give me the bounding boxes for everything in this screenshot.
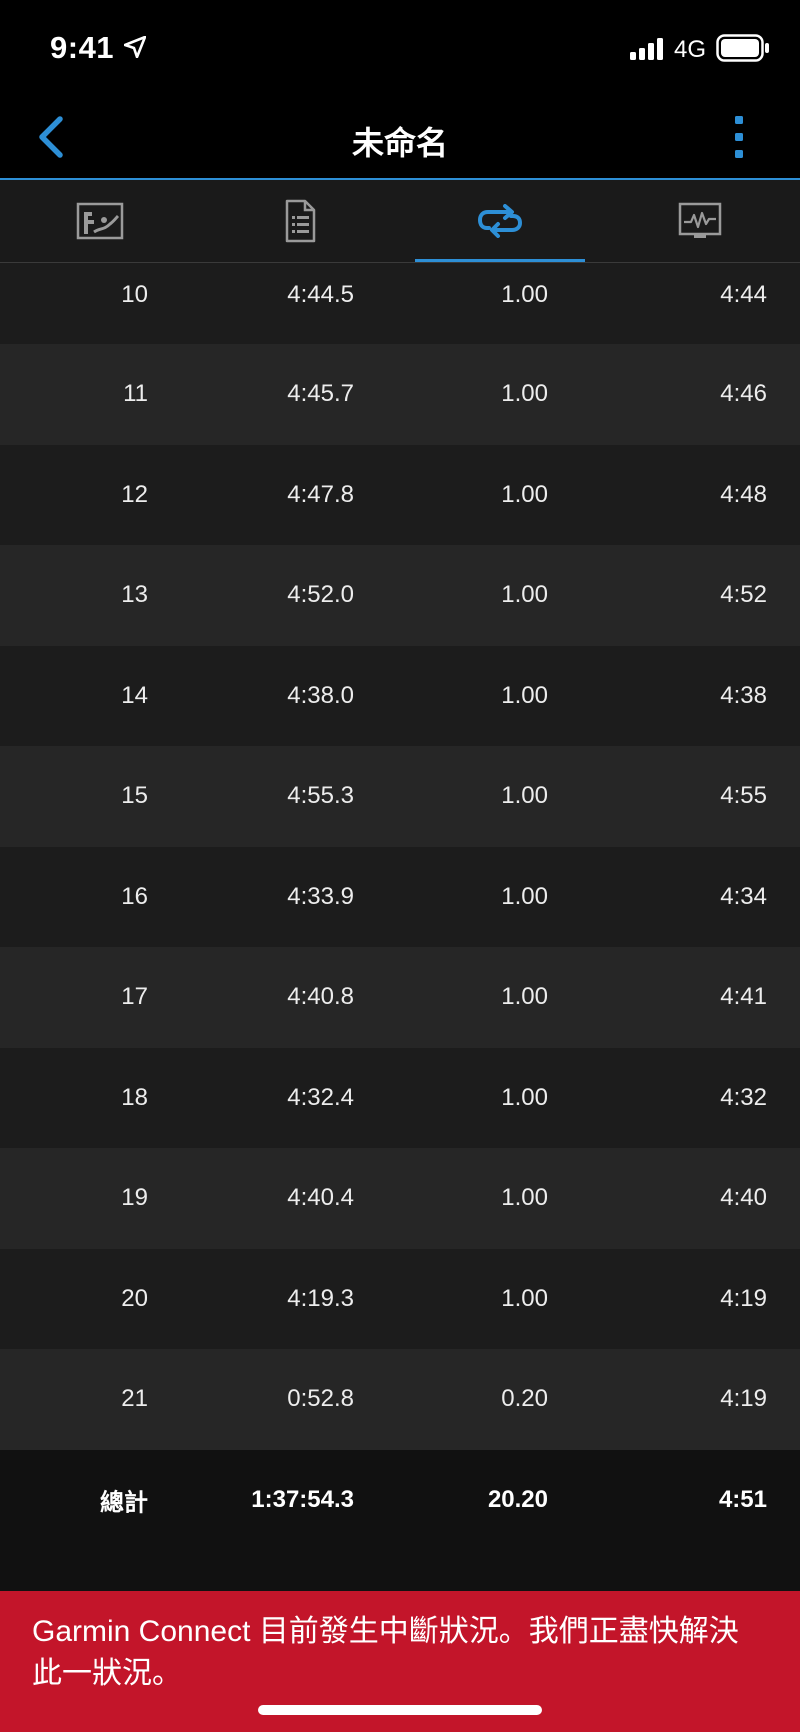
table-row: 21 0:52.8 0.20 4:19 [0, 1349, 800, 1450]
total-distance: 20.20 [487, 1485, 548, 1513]
table-row: 12 4:47.8 1.00 4:48 [0, 444, 800, 545]
lap-number: 10 [121, 281, 148, 308]
more-button[interactable] [722, 112, 756, 162]
lap-distance: 1.00 [501, 480, 548, 508]
lap-pace: 4:55 [720, 782, 767, 810]
lap-number: 12 [121, 480, 148, 508]
total-label: 總計 [100, 1489, 148, 1516]
total-pace: 4:51 [718, 1485, 767, 1513]
lap-distance: 1.00 [501, 782, 548, 810]
lap-distance: 0.20 [501, 1385, 548, 1413]
nav-bar: 未命名 [0, 100, 800, 180]
lap-number: 17 [121, 983, 148, 1011]
lap-number: 19 [121, 1184, 148, 1212]
lap-time: 4:33.9 [287, 882, 354, 910]
lap-pace: 4:19 [720, 1385, 767, 1413]
lap-distance: 1.00 [501, 1284, 548, 1312]
tab-laps[interactable] [400, 180, 600, 262]
map-overview-icon [76, 202, 124, 240]
laps-loop-icon [477, 204, 523, 238]
lap-number: 20 [121, 1284, 148, 1312]
table-row: 20 4:19.3 1.00 4:19 [0, 1248, 800, 1349]
lap-distance: 1.00 [501, 380, 548, 408]
network-label: 4G [674, 36, 707, 63]
lap-pace: 4:34 [720, 882, 767, 910]
table-row: 15 4:55.3 1.00 4:55 [0, 746, 800, 847]
lap-distance: 1.00 [501, 983, 548, 1011]
location-arrow-icon [124, 36, 146, 58]
tab-details[interactable] [200, 180, 400, 262]
lap-pace: 4:19 [720, 1284, 767, 1312]
lap-pace: 4:41 [720, 983, 767, 1011]
lap-distance: 1.00 [501, 1184, 548, 1212]
error-message: Garmin Connect 目前發生中斷狀況。我們正盡快解決此一狀況。 [32, 1615, 739, 1690]
lap-pace: 4:38 [720, 681, 767, 709]
lap-distance: 1.00 [501, 581, 548, 609]
lap-time: 4:47.8 [287, 480, 354, 508]
tab-overview[interactable] [0, 180, 200, 262]
lap-number: 11 [123, 380, 148, 408]
lap-time: 4:45.7 [287, 380, 354, 408]
total-time: 1:37:54.3 [251, 1485, 354, 1513]
home-indicator[interactable] [258, 1705, 542, 1715]
lap-distance: 1.00 [501, 1083, 548, 1111]
lap-pace: 4:44 [720, 281, 767, 308]
table-row: 18 4:32.4 1.00 4:32 [0, 1047, 800, 1148]
lap-pace: 4:46 [720, 380, 767, 408]
lap-pace: 4:48 [720, 480, 767, 508]
lap-time: 4:44.5 [287, 281, 354, 308]
lap-time: 4:40.8 [287, 983, 354, 1011]
status-bar: 9:41 4G [0, 0, 800, 100]
chevron-left-icon [39, 116, 63, 158]
lap-distance: 1.00 [501, 882, 548, 910]
lap-time: 0:52.8 [287, 1385, 354, 1413]
more-vertical-icon [735, 116, 743, 158]
lap-time: 4:19.3 [287, 1284, 354, 1312]
status-time: 9:41 [50, 30, 115, 65]
lap-pace: 4:32 [720, 1083, 767, 1111]
lap-number: 21 [121, 1385, 148, 1413]
lap-number: 13 [121, 581, 148, 609]
table-row: 16 4:33.9 1.00 4:34 [0, 846, 800, 947]
signal-bars-icon [630, 38, 663, 60]
charts-monitor-icon [678, 202, 722, 238]
lap-distance: 1.00 [501, 281, 548, 308]
lap-distance: 1.00 [501, 681, 548, 709]
total-row: 總計 1:37:54.3 20.20 4:51 [0, 1449, 800, 1550]
lap-time: 4:40.4 [287, 1184, 354, 1212]
table-row: 14 4:38.0 1.00 4:38 [0, 645, 800, 746]
lap-pace: 4:52 [720, 581, 767, 609]
lap-number: 18 [121, 1083, 148, 1111]
lap-number: 16 [121, 882, 148, 910]
tab-bar [0, 180, 800, 263]
battery-icon [716, 34, 769, 62]
lap-time: 4:38.0 [287, 681, 354, 709]
details-document-icon [285, 199, 316, 243]
table-row: 13 4:52.0 1.00 4:52 [0, 545, 800, 646]
lap-number: 14 [121, 681, 148, 709]
page-title: 未命名 [351, 125, 448, 161]
table-row: 19 4:40.4 1.00 4:40 [0, 1148, 800, 1249]
lap-pace: 4:40 [720, 1184, 767, 1212]
tab-charts[interactable] [600, 180, 800, 262]
lap-time: 4:32.4 [287, 1083, 354, 1111]
back-button[interactable] [30, 110, 80, 164]
lap-time: 4:55.3 [287, 782, 354, 810]
lap-number: 15 [121, 782, 148, 810]
table-row: 17 4:40.8 1.00 4:41 [0, 947, 800, 1048]
lap-time: 4:52.0 [287, 581, 354, 609]
laps-table[interactable]: 10 4:44.5 1.00 4:44 11 4:45.7 1.00 4:46 … [0, 263, 800, 1640]
table-row: 11 4:45.7 1.00 4:46 [0, 344, 800, 445]
table-row: 10 4:44.5 1.00 4:44 [0, 263, 800, 344]
